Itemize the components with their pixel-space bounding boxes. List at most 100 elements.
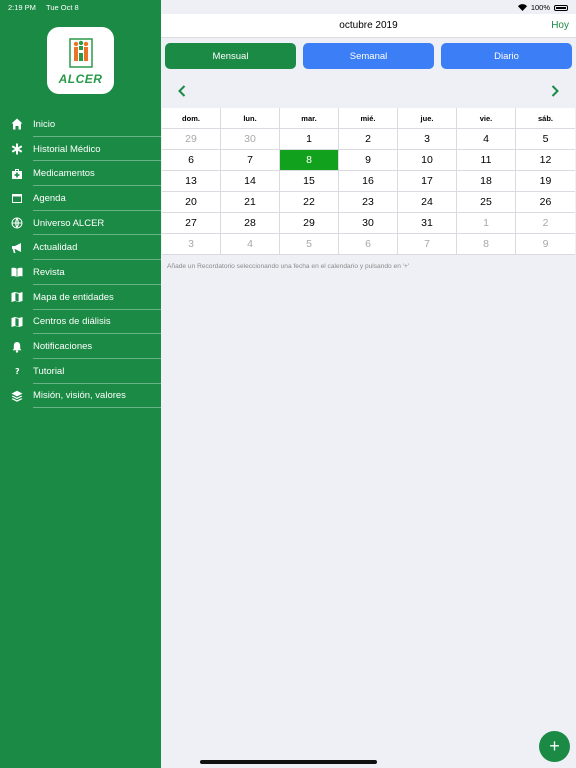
calendar-day-selected[interactable]: 8 <box>280 150 339 171</box>
calendar-day[interactable]: 29 <box>162 129 221 150</box>
calendar-icon <box>0 192 33 204</box>
sidebar-item-tutorial[interactable]: ? Tutorial <box>0 359 161 384</box>
calendar-day[interactable]: 2 <box>516 213 575 234</box>
calendar-day[interactable]: 23 <box>339 192 398 213</box>
layers-icon <box>0 390 33 402</box>
calendar-day[interactable]: 17 <box>398 171 457 192</box>
sidebar-item-notificaciones[interactable]: Notificaciones <box>0 334 161 359</box>
sidebar-item-historial-medico[interactable]: Historial Médico <box>0 137 161 162</box>
status-bar-right: 100% <box>517 3 568 12</box>
megaphone-icon <box>0 242 33 254</box>
calendar-day[interactable]: 18 <box>457 171 516 192</box>
calendar-day[interactable]: 21 <box>221 192 280 213</box>
map-icon <box>0 291 33 303</box>
sidebar-item-label: Universo ALCER <box>33 217 105 229</box>
sidebar-item-centros-de-dialisis[interactable]: Centros de diálisis <box>0 310 161 335</box>
sidebar-item-inicio[interactable]: Inicio <box>0 112 161 137</box>
next-month-button[interactable] <box>549 84 561 98</box>
add-reminder-button[interactable]: + <box>539 731 570 762</box>
wifi-icon <box>517 4 527 11</box>
today-button[interactable]: Hoy <box>551 20 569 31</box>
sidebar-item-label: Inicio <box>33 118 56 130</box>
calendar-day[interactable]: 1 <box>280 129 339 150</box>
calendar-week-row: 13 14 15 16 17 18 19 <box>162 171 575 192</box>
calendar-week-row: 20 21 22 23 24 25 26 <box>162 192 575 213</box>
weekday-label: sáb. <box>516 108 575 129</box>
calendar-day[interactable]: 29 <box>280 213 339 234</box>
calendar-day[interactable]: 16 <box>339 171 398 192</box>
question-icon: ? <box>0 365 33 377</box>
calendar-day[interactable]: 30 <box>221 129 280 150</box>
sidebar-item-label: Notificaciones <box>33 341 93 353</box>
calendar-day[interactable]: 1 <box>457 213 516 234</box>
tab-mensual[interactable]: Mensual <box>165 43 296 69</box>
calendar-day[interactable]: 15 <box>280 171 339 192</box>
calendar-day[interactable]: 30 <box>339 213 398 234</box>
sidebar-item-label: Revista <box>33 266 65 278</box>
main-panel: 100% octubre 2019 Hoy Mensual Semanal Di… <box>161 0 576 768</box>
calendar-day[interactable]: 7 <box>398 234 457 255</box>
weekday-label: vie. <box>457 108 516 129</box>
chevron-right-icon <box>551 85 559 97</box>
calendar-day[interactable]: 27 <box>162 213 221 234</box>
calendar-day[interactable]: 26 <box>516 192 575 213</box>
calendar-day[interactable]: 10 <box>398 150 457 171</box>
tab-diario[interactable]: Diario <box>441 43 572 69</box>
sidebar-item-revista[interactable]: Revista <box>0 260 161 285</box>
sidebar-item-actualidad[interactable]: Actualidad <box>0 235 161 260</box>
sidebar-item-mapa-de-entidades[interactable]: Mapa de entidades <box>0 285 161 310</box>
previous-month-button[interactable] <box>176 84 188 98</box>
map-icon <box>0 316 33 328</box>
calendar-day[interactable]: 9 <box>339 150 398 171</box>
battery-icon <box>554 4 568 11</box>
weekday-label: lun. <box>221 108 280 129</box>
weekday-label: dom. <box>162 108 221 129</box>
sidebar: 2:19 PM Tue Oct 8 ALCER Inicio Historial… <box>0 0 161 768</box>
navigation-bar: octubre 2019 Hoy <box>161 14 576 38</box>
calendar-day[interactable]: 6 <box>162 150 221 171</box>
sidebar-item-mision-vision-valores[interactable]: Misión, visión, valores <box>0 384 161 409</box>
calendar-day[interactable]: 24 <box>398 192 457 213</box>
calendar-day[interactable]: 19 <box>516 171 575 192</box>
calendar-day[interactable]: 28 <box>221 213 280 234</box>
month-calendar: dom. lun. mar. mié. jue. vie. sáb. 29 30 1 2 3 4 5 6 7… <box>162 108 575 255</box>
sidebar-item-agenda[interactable]: Agenda <box>0 186 161 211</box>
calendar-day[interactable]: 12 <box>516 150 575 171</box>
calendar-day[interactable]: 5 <box>516 129 575 150</box>
app-logo: ALCER <box>47 27 114 94</box>
calendar-day[interactable]: 20 <box>162 192 221 213</box>
medkit-icon <box>0 168 33 180</box>
calendar-day[interactable]: 14 <box>221 171 280 192</box>
book-icon <box>0 266 33 278</box>
sidebar-item-label: Mapa de entidades <box>33 291 114 303</box>
calendar-day[interactable]: 5 <box>280 234 339 255</box>
calendar-week-row: 29 30 1 2 3 4 5 <box>162 129 575 150</box>
calendar-day[interactable]: 2 <box>339 129 398 150</box>
calendar-day[interactable]: 22 <box>280 192 339 213</box>
view-tabs: Mensual Semanal Diario <box>165 43 572 69</box>
home-indicator <box>200 760 377 764</box>
calendar-day[interactable]: 4 <box>457 129 516 150</box>
calendar-week-row: 27 28 29 30 31 1 2 <box>162 213 575 234</box>
sidebar-item-universo-alcer[interactable]: Universo ALCER <box>0 211 161 236</box>
sidebar-item-label: Tutorial <box>33 365 65 377</box>
calendar-day[interactable]: 13 <box>162 171 221 192</box>
calendar-day[interactable]: 7 <box>221 150 280 171</box>
reminder-hint: Añade un Recordatorio seleccionando una … <box>167 263 410 270</box>
svg-text:?: ? <box>15 367 20 376</box>
calendar-day[interactable]: 9 <box>516 234 575 255</box>
sidebar-item-label: Centros de diálisis <box>33 316 111 328</box>
calendar-day[interactable]: 25 <box>457 192 516 213</box>
sidebar-item-medicamentos[interactable]: Medicamentos <box>0 161 161 186</box>
sidebar-menu: Inicio Historial Médico Medicamentos Age… <box>0 112 161 408</box>
calendar-day[interactable]: 3 <box>398 129 457 150</box>
calendar-day[interactable]: 4 <box>221 234 280 255</box>
calendar-day[interactable]: 11 <box>457 150 516 171</box>
calendar-day[interactable]: 8 <box>457 234 516 255</box>
calendar-day[interactable]: 31 <box>398 213 457 234</box>
calendar-day[interactable]: 6 <box>339 234 398 255</box>
status-date: Tue Oct 8 <box>46 3 79 12</box>
calendar-week-row: 3456789 <box>162 234 575 255</box>
tab-semanal[interactable]: Semanal <box>303 43 434 69</box>
calendar-day[interactable]: 3 <box>162 234 221 255</box>
